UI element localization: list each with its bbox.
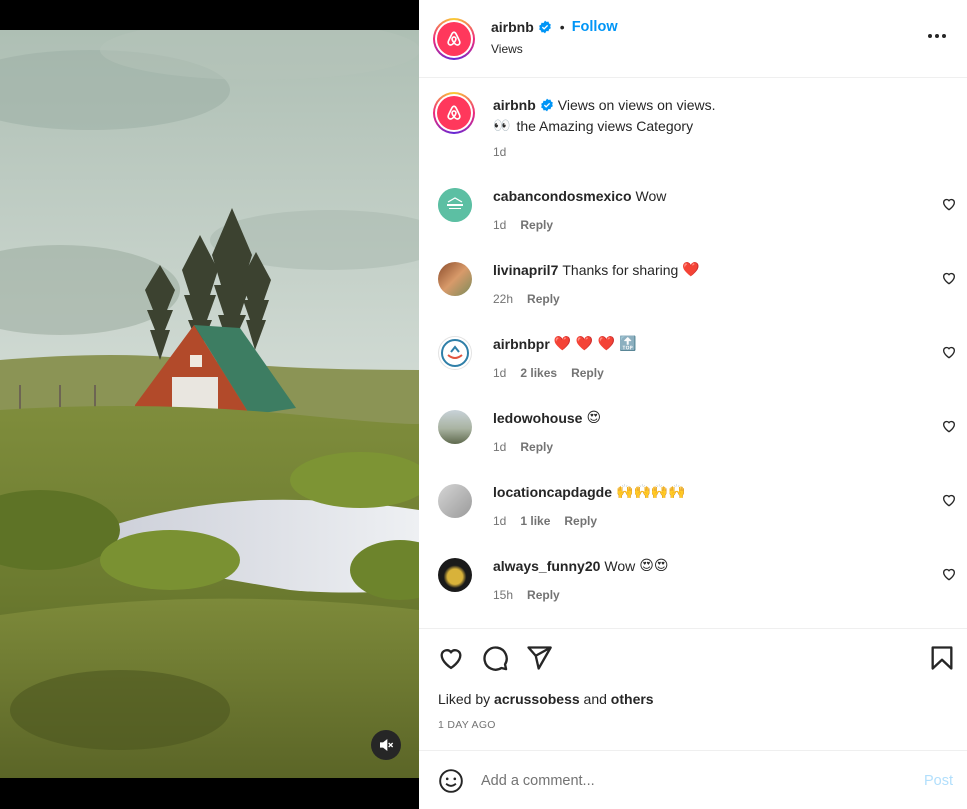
- comment-username[interactable]: cabancondosmexico: [493, 188, 632, 204]
- cabana-logo-icon: [438, 188, 472, 222]
- comment-likes-count[interactable]: 1 like: [520, 514, 550, 528]
- post-details-panel: airbnb • Follow Views airbnb Views on vi…: [419, 0, 967, 809]
- comment-text: Thanks for sharing: [562, 262, 679, 278]
- comment-likes-count[interactable]: 2 likes: [520, 366, 557, 380]
- comment-time: 15h: [493, 588, 514, 602]
- liked-by-others-link[interactable]: others: [611, 691, 654, 707]
- comment-item: locationcapdagde 🙌🙌🙌🙌 1d 1 like Reply: [419, 470, 967, 544]
- post-actions: Liked by acrussobess and others 1 DAY AG…: [419, 628, 967, 750]
- post-image-cabin-landscape: [0, 30, 419, 778]
- comment-avatar[interactable]: [438, 558, 472, 592]
- comment-item: ledowohouse 😍 1d Reply: [419, 396, 967, 470]
- comment-username[interactable]: always_funny20: [493, 558, 600, 574]
- comment-like-heart-icon[interactable]: [941, 566, 957, 582]
- comment-username[interactable]: airbnbpr: [493, 336, 550, 352]
- comment-like-heart-icon[interactable]: [941, 196, 957, 212]
- comment-item: livinapril7 Thanks for sharing ❤️ 22h Re…: [419, 248, 967, 322]
- comment-emoji: ❤️ ❤️ ❤️ 🔝: [553, 336, 637, 352]
- comment-like-heart-icon[interactable]: [941, 344, 957, 360]
- comment-time: 1d: [493, 218, 507, 232]
- comment-emoji: 😍: [586, 410, 602, 426]
- author-username[interactable]: airbnb: [491, 19, 534, 35]
- more-horizontal-icon: [928, 34, 946, 38]
- liked-by-and: and: [583, 691, 607, 707]
- comment-emoji: 😍😍: [639, 558, 669, 574]
- follow-button[interactable]: Follow: [572, 19, 618, 35]
- verified-badge-icon: [538, 20, 551, 34]
- comment-like-heart-icon[interactable]: [941, 270, 957, 286]
- comment-input[interactable]: [481, 767, 901, 795]
- mute-toggle-button[interactable]: [371, 730, 401, 760]
- bookmark-icon[interactable]: [928, 644, 956, 672]
- comment-text: Wow: [604, 558, 636, 574]
- reply-button[interactable]: Reply: [520, 218, 553, 232]
- post-header: airbnb • Follow Views: [419, 0, 967, 78]
- caption-eyes-emoji: 👀: [493, 118, 511, 134]
- caption-text-line2: the Amazing views Category: [516, 118, 694, 134]
- reply-button[interactable]: Reply: [564, 514, 597, 528]
- liked-by-username[interactable]: acrussobess: [494, 691, 580, 707]
- caption-timestamp: 1d: [493, 145, 507, 159]
- heart-outline-icon[interactable]: [437, 644, 465, 672]
- post-comment-button[interactable]: Post: [924, 773, 953, 789]
- post-timestamp[interactable]: 1 DAY AGO: [438, 719, 496, 731]
- comment-avatar[interactable]: [438, 188, 472, 222]
- post-caption: airbnb Views on views on views. 👀 the Am…: [419, 78, 967, 174]
- comment-composer: Post: [419, 750, 967, 809]
- airbnb-logo-icon: [447, 105, 461, 120]
- post-location[interactable]: Views: [491, 42, 523, 56]
- liked-by-summary: Liked by acrussobess and others: [438, 691, 654, 707]
- comment-item: always_funny20 Wow 😍😍 15h Reply: [419, 544, 967, 618]
- comment-emoji: 🙌🙌🙌🙌: [616, 484, 686, 500]
- separator-dot: •: [559, 19, 565, 35]
- comment-time: 22h: [493, 292, 514, 306]
- author-avatar[interactable]: [433, 18, 475, 60]
- comment-avatar[interactable]: [438, 410, 472, 444]
- more-options-button[interactable]: [925, 24, 949, 48]
- reply-button[interactable]: Reply: [520, 440, 553, 454]
- caption-username[interactable]: airbnb: [493, 97, 536, 113]
- paper-plane-icon[interactable]: [525, 644, 553, 672]
- comment-time: 1d: [493, 366, 507, 380]
- comment-like-heart-icon[interactable]: [941, 418, 957, 434]
- comment-like-heart-icon[interactable]: [941, 492, 957, 508]
- comment-item: airbnbpr ❤️ ❤️ ❤️ 🔝 1d 2 likes Reply: [419, 322, 967, 396]
- comment-text: Wow: [635, 188, 667, 204]
- comment-item: cabancondosmexico Wow 1d Reply: [419, 174, 967, 248]
- airbnb-logo-icon: [447, 31, 461, 46]
- verified-badge-icon: [540, 98, 553, 112]
- comments-list: cabancondosmexico Wow 1d Reply livinapri…: [419, 174, 967, 628]
- post-media[interactable]: [0, 0, 419, 809]
- caption-author-avatar[interactable]: [433, 92, 475, 134]
- comment-username[interactable]: locationcapdagde: [493, 484, 612, 500]
- comment-avatar[interactable]: [438, 484, 472, 518]
- reply-button[interactable]: Reply: [571, 366, 604, 380]
- comment-username[interactable]: livinapril7: [493, 262, 558, 278]
- comment-bubble-icon[interactable]: [481, 644, 509, 672]
- liked-by-prefix: Liked by: [438, 691, 491, 707]
- comment-avatar[interactable]: [438, 262, 472, 296]
- smiley-icon[interactable]: [438, 768, 464, 794]
- speaker-muted-icon: [380, 738, 394, 752]
- comment-time: 1d: [493, 440, 507, 454]
- reply-button[interactable]: Reply: [527, 292, 560, 306]
- caption-text: Views on views on views.: [557, 97, 716, 113]
- comment-time: 1d: [493, 514, 507, 528]
- comment-emoji: ❤️: [682, 262, 700, 278]
- reply-button[interactable]: Reply: [527, 588, 560, 602]
- comment-username[interactable]: ledowohouse: [493, 410, 582, 426]
- airbnbpr-logo-icon: [441, 339, 469, 367]
- comment-avatar[interactable]: [438, 336, 472, 370]
